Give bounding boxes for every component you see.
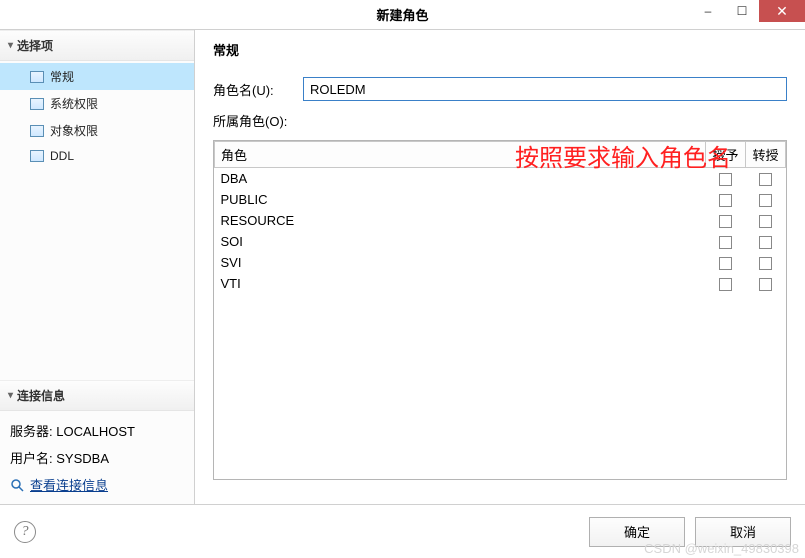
role-cell: PUBLIC (215, 189, 706, 210)
sidebar: ▾ 选择项 常规 系统权限 对象权限 DDL ▾ 连接信息 (0, 30, 195, 504)
grant-checkbox[interactable] (719, 236, 732, 249)
transfer-checkbox[interactable] (759, 194, 772, 207)
collapse-icon: ▾ (8, 40, 13, 51)
title-bar: 新建角色 – ☐ ✕ (0, 0, 805, 30)
page-icon (30, 150, 44, 162)
transfer-checkbox[interactable] (759, 257, 772, 270)
dialog-content: ▾ 选择项 常规 系统权限 对象权限 DDL ▾ 连接信息 (0, 30, 805, 504)
connection-header-label: 连接信息 (17, 387, 65, 404)
role-name-input[interactable] (303, 77, 787, 101)
sidebar-item-system-priv[interactable]: 系统权限 (0, 90, 194, 117)
user-label: 用户名: (10, 451, 53, 466)
role-cell: RESOURCE (215, 210, 706, 231)
table-row[interactable]: SOI (215, 231, 786, 252)
role-name-label: 角色名(U): (213, 80, 303, 99)
options-header-label: 选择项 (17, 37, 53, 54)
page-icon (30, 125, 44, 137)
view-connection-label: 查看连接信息 (30, 475, 108, 494)
panel-title: 常规 (213, 40, 787, 59)
user-value: SYSDBA (56, 451, 109, 466)
transfer-checkbox[interactable] (759, 173, 772, 186)
roles-table: 角色 授予 转授 DBA PUBLIC (214, 141, 786, 294)
maximize-button[interactable]: ☐ (725, 0, 759, 22)
connection-info: 服务器: LOCALHOST 用户名: SYSDBA 查看连接信息 (0, 411, 194, 504)
sidebar-item-general[interactable]: 常规 (0, 63, 194, 90)
role-cell: SOI (215, 231, 706, 252)
dialog-footer: ? 确定 取消 (0, 504, 805, 558)
col-transfer[interactable]: 转授 (746, 142, 786, 168)
ok-button[interactable]: 确定 (589, 517, 685, 547)
view-connection-link[interactable]: 查看连接信息 (10, 471, 184, 498)
window-controls: – ☐ ✕ (691, 0, 805, 30)
table-row[interactable]: PUBLIC (215, 189, 786, 210)
role-cell: VTI (215, 273, 706, 294)
server-row: 服务器: LOCALHOST (10, 417, 184, 444)
sidebar-item-label: 对象权限 (50, 122, 98, 139)
grant-checkbox[interactable] (719, 194, 732, 207)
sidebar-item-ddl[interactable]: DDL (0, 144, 194, 168)
grant-checkbox[interactable] (719, 278, 732, 291)
sidebar-item-label: 系统权限 (50, 95, 98, 112)
belong-role-label: 所属角色(O): (213, 111, 303, 130)
help-button[interactable]: ? (14, 521, 36, 543)
collapse-icon: ▾ (8, 390, 13, 401)
options-list: 常规 系统权限 对象权限 DDL (0, 61, 194, 170)
minimize-button[interactable]: – (691, 0, 725, 22)
server-label: 服务器: (10, 424, 53, 439)
table-row[interactable]: SVI (215, 252, 786, 273)
roles-table-container: 角色 授予 转授 DBA PUBLIC (213, 140, 787, 480)
table-row[interactable]: DBA (215, 168, 786, 190)
transfer-checkbox[interactable] (759, 236, 772, 249)
grant-checkbox[interactable] (719, 257, 732, 270)
close-button[interactable]: ✕ (759, 0, 805, 22)
user-row: 用户名: SYSDBA (10, 444, 184, 471)
col-role[interactable]: 角色 (215, 142, 706, 168)
sidebar-item-object-priv[interactable]: 对象权限 (0, 117, 194, 144)
table-row[interactable]: VTI (215, 273, 786, 294)
role-cell: SVI (215, 252, 706, 273)
table-row[interactable]: RESOURCE (215, 210, 786, 231)
connection-section-header[interactable]: ▾ 连接信息 (0, 380, 194, 411)
role-cell: DBA (215, 168, 706, 190)
belong-role-row: 所属角色(O): (213, 111, 787, 130)
options-section-header[interactable]: ▾ 选择项 (0, 30, 194, 61)
grant-checkbox[interactable] (719, 173, 732, 186)
cancel-button[interactable]: 取消 (695, 517, 791, 547)
main-panel: 常规 角色名(U): 所属角色(O): 角色 授予 转授 DBA (195, 30, 805, 504)
page-icon (30, 71, 44, 83)
window-title: 新建角色 (376, 5, 428, 24)
role-name-row: 角色名(U): (213, 77, 787, 101)
sidebar-item-label: 常规 (50, 68, 74, 85)
grant-checkbox[interactable] (719, 215, 732, 228)
sidebar-item-label: DDL (50, 149, 74, 163)
transfer-checkbox[interactable] (759, 278, 772, 291)
server-value: LOCALHOST (56, 424, 135, 439)
page-icon (30, 98, 44, 110)
magnifier-icon (10, 478, 26, 492)
transfer-checkbox[interactable] (759, 215, 772, 228)
col-grant[interactable]: 授予 (706, 142, 746, 168)
